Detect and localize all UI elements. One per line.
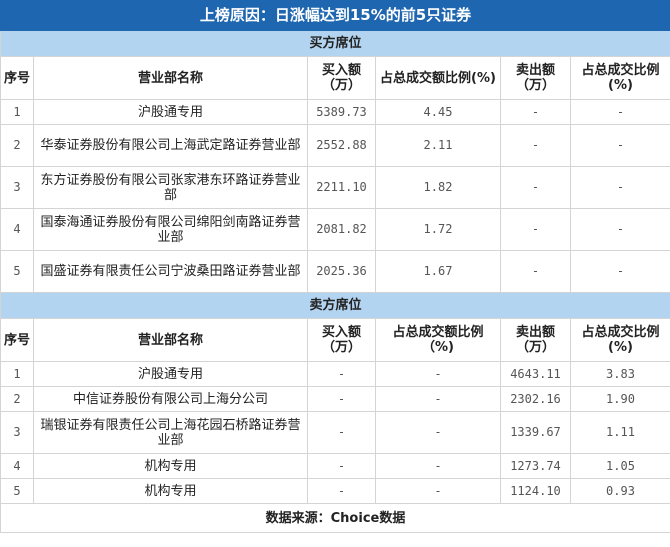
row-number-cell: 1 bbox=[0, 361, 34, 387]
column-header-branch-name: 营业部名称 bbox=[33, 56, 308, 100]
sell-pct-cell: 1.11 bbox=[570, 411, 670, 454]
buy-pct-cell: - bbox=[375, 386, 501, 412]
column-header-row: 序号 营业部名称 买入额（万） 占总成交额比例（%) 卖出额（万） 占总成交比例(%) bbox=[0, 318, 670, 362]
sell-amount-cell: - bbox=[500, 99, 571, 125]
buy-pct-cell: - bbox=[375, 361, 501, 387]
column-header-sell-amount: 卖出额（万） bbox=[500, 318, 571, 362]
branch-name-cell: 东方证券股份有限公司张家港东环路证券营业部 bbox=[33, 166, 308, 209]
sell-amount-cell: - bbox=[500, 124, 571, 167]
sell-amount-cell: 4643.11 bbox=[500, 361, 571, 387]
buy-amount-cell: - bbox=[307, 478, 376, 504]
sell-pct-cell: - bbox=[570, 124, 670, 167]
table-row: 3 瑞银证券有限责任公司上海花园石桥路证券营业部 - -1339.67 1.11 bbox=[0, 411, 670, 454]
branch-name-cell: 国盛证券有限责任公司宁波桑田路证券营业部 bbox=[33, 250, 308, 293]
buy-pct-cell: 2.11 bbox=[375, 124, 501, 167]
sell-amount-cell: - bbox=[500, 250, 571, 293]
table-title: 上榜原因：日涨幅达到15%的前5只证券 bbox=[0, 0, 670, 31]
sell-pct-cell: 0.93 bbox=[570, 478, 670, 504]
row-number-cell: 4 bbox=[0, 453, 34, 479]
sell-pct-cell: - bbox=[570, 250, 670, 293]
buy-amount-cell: 2211.10 bbox=[307, 166, 376, 209]
column-header-sell-pct: 占总成交比例(%) bbox=[570, 56, 670, 100]
buy-pct-cell: - bbox=[375, 411, 501, 454]
buy-section-header: 买方席位 bbox=[0, 30, 670, 57]
column-header-sell-amount: 卖出额（万） bbox=[500, 56, 571, 100]
column-header-buy-pct: 占总成交额比例（%) bbox=[375, 318, 501, 362]
buy-amount-cell: - bbox=[307, 411, 376, 454]
column-header-row-number: 序号 bbox=[0, 56, 34, 100]
branch-name-cell: 沪股通专用 bbox=[33, 361, 308, 387]
sell-pct-cell: - bbox=[570, 208, 670, 251]
buy-pct-cell: - bbox=[375, 478, 501, 504]
column-header-sell-pct: 占总成交比例(%) bbox=[570, 318, 670, 362]
lhb-table-container: 上榜原因：日涨幅达到15%的前5只证券 买方席位 序号 营业部名称 买入额（万） 占总成… bbox=[0, 0, 670, 547]
buy-amount-cell: 5389.73 bbox=[307, 99, 376, 125]
column-header-buy-pct: 占总成交额比例(%) bbox=[375, 56, 501, 100]
buy-pct-cell: 1.67 bbox=[375, 250, 501, 293]
buy-amount-cell: - bbox=[307, 361, 376, 387]
branch-name-cell: 瑞银证券有限责任公司上海花园石桥路证券营业部 bbox=[33, 411, 308, 454]
column-header-buy-amount: 买入额（万） bbox=[307, 318, 376, 362]
sell-pct-cell: - bbox=[570, 166, 670, 209]
data-source-footer: 数据来源：Choice数据 bbox=[0, 503, 670, 533]
column-header-row-number: 序号 bbox=[0, 318, 34, 362]
branch-name-cell: 中信证券股份有限公司上海分公司 bbox=[33, 386, 308, 412]
sell-amount-cell: - bbox=[500, 208, 571, 251]
buy-amount-cell: 2081.82 bbox=[307, 208, 376, 251]
branch-name-cell: 华泰证券股份有限公司上海武定路证券营业部 bbox=[33, 124, 308, 167]
table-row: 4 国泰海通证券股份有限公司绵阳剑南路证券营业部 2081.82 1.72- - bbox=[0, 208, 670, 251]
sell-amount-cell: 1273.74 bbox=[500, 453, 571, 479]
column-header-buy-amount: 买入额（万） bbox=[307, 56, 376, 100]
buy-pct-cell: - bbox=[375, 453, 501, 479]
table-row: 5 机构专用 - -1124.10 0.93 bbox=[0, 478, 670, 504]
buy-amount-cell: - bbox=[307, 453, 376, 479]
table-row: 4 机构专用 - -1273.74 1.05 bbox=[0, 453, 670, 479]
sell-amount-cell: 1124.10 bbox=[500, 478, 571, 504]
sell-amount-cell: 1339.67 bbox=[500, 411, 571, 454]
sell-pct-cell: 3.83 bbox=[570, 361, 670, 387]
row-number-cell: 4 bbox=[0, 208, 34, 251]
column-header-branch-name: 营业部名称 bbox=[33, 318, 308, 362]
buy-amount-cell: 2025.36 bbox=[307, 250, 376, 293]
branch-name-cell: 国泰海通证券股份有限公司绵阳剑南路证券营业部 bbox=[33, 208, 308, 251]
table-row: 3 东方证券股份有限公司张家港东环路证券营业部 2211.10 1.82- - bbox=[0, 166, 670, 209]
buy-amount-cell: 2552.88 bbox=[307, 124, 376, 167]
sell-amount-cell: 2302.16 bbox=[500, 386, 571, 412]
buy-amount-cell: - bbox=[307, 386, 376, 412]
sell-pct-cell: 1.05 bbox=[570, 453, 670, 479]
buy-pct-cell: 1.72 bbox=[375, 208, 501, 251]
column-header-row: 序号 营业部名称 买入额（万） 占总成交额比例(%) 卖出额（万） 占总成交比例(%) bbox=[0, 56, 670, 100]
dragon-tiger-table: 上榜原因：日涨幅达到15%的前5只证券 买方席位 序号 营业部名称 买入额（万） 占总成… bbox=[0, 0, 670, 533]
buy-pct-cell: 1.82 bbox=[375, 166, 501, 209]
branch-name-cell: 机构专用 bbox=[33, 478, 308, 504]
branch-name-cell: 机构专用 bbox=[33, 453, 308, 479]
table-row: 5 国盛证券有限责任公司宁波桑田路证券营业部 2025.36 1.67- - bbox=[0, 250, 670, 293]
sell-pct-cell: - bbox=[570, 99, 670, 125]
sell-pct-cell: 1.90 bbox=[570, 386, 670, 412]
row-number-cell: 3 bbox=[0, 411, 34, 454]
row-number-cell: 2 bbox=[0, 386, 34, 412]
table-row: 1 沪股通专用 5389.73 4.45- - bbox=[0, 99, 670, 125]
table-row: 2 华泰证券股份有限公司上海武定路证券营业部 2552.88 2.11- - bbox=[0, 124, 670, 167]
table-row: 2 中信证券股份有限公司上海分公司 - -2302.16 1.90 bbox=[0, 386, 670, 412]
row-number-cell: 2 bbox=[0, 124, 34, 167]
table-row: 1 沪股通专用 - -4643.11 3.83 bbox=[0, 361, 670, 387]
sell-amount-cell: - bbox=[500, 166, 571, 209]
row-number-cell: 5 bbox=[0, 250, 34, 293]
branch-name-cell: 沪股通专用 bbox=[33, 99, 308, 125]
buy-pct-cell: 4.45 bbox=[375, 99, 501, 125]
row-number-cell: 5 bbox=[0, 478, 34, 504]
row-number-cell: 3 bbox=[0, 166, 34, 209]
sell-section-header: 卖方席位 bbox=[0, 292, 670, 319]
row-number-cell: 1 bbox=[0, 99, 34, 125]
